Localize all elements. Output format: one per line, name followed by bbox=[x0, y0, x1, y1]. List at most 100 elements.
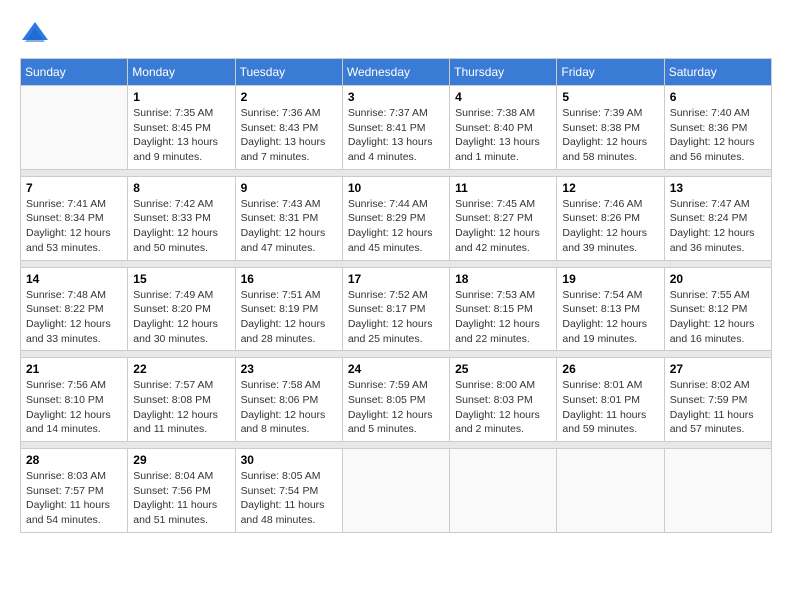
day-info: Sunrise: 7:53 AMSunset: 8:15 PMDaylight:… bbox=[455, 288, 551, 347]
day-number: 23 bbox=[241, 362, 337, 376]
calendar-cell: 14 Sunrise: 7:48 AMSunset: 8:22 PMDayligh… bbox=[21, 267, 128, 351]
day-info: Sunrise: 7:48 AMSunset: 8:22 PMDaylight:… bbox=[26, 288, 122, 347]
calendar-cell: 19 Sunrise: 7:54 AMSunset: 8:13 PMDayligh… bbox=[557, 267, 664, 351]
calendar-cell: 21 Sunrise: 7:56 AMSunset: 8:10 PMDayligh… bbox=[21, 358, 128, 442]
day-info: Sunrise: 7:42 AMSunset: 8:33 PMDaylight:… bbox=[133, 197, 229, 256]
calendar-cell: 22 Sunrise: 7:57 AMSunset: 8:08 PMDayligh… bbox=[128, 358, 235, 442]
day-number: 28 bbox=[26, 453, 122, 467]
day-info: Sunrise: 7:59 AMSunset: 8:05 PMDaylight:… bbox=[348, 378, 444, 437]
weekday-header-thursday: Thursday bbox=[450, 59, 557, 86]
day-number: 19 bbox=[562, 272, 658, 286]
day-info: Sunrise: 7:55 AMSunset: 8:12 PMDaylight:… bbox=[670, 288, 766, 347]
week-spacer bbox=[21, 442, 772, 449]
calendar-cell bbox=[21, 86, 128, 170]
calendar-cell: 2 Sunrise: 7:36 AMSunset: 8:43 PMDaylight… bbox=[235, 86, 342, 170]
day-info: Sunrise: 8:01 AMSunset: 8:01 PMDaylight:… bbox=[562, 378, 658, 437]
week-spacer bbox=[21, 169, 772, 176]
calendar-cell: 17Sunrise: 7:52 AMSunset: 8:17 PMDayligh… bbox=[342, 267, 449, 351]
calendar-cell bbox=[450, 449, 557, 533]
day-number: 15 bbox=[133, 272, 229, 286]
calendar-cell: 12 Sunrise: 7:46 AMSunset: 8:26 PMDayligh… bbox=[557, 176, 664, 260]
day-info: Sunrise: 7:47 AMSunset: 8:24 PMDaylight:… bbox=[670, 197, 766, 256]
calendar-week-4: 21 Sunrise: 7:56 AMSunset: 8:10 PMDayligh… bbox=[21, 358, 772, 442]
day-number: 26 bbox=[562, 362, 658, 376]
calendar-table: SundayMondayTuesdayWednesdayThursdayFrid… bbox=[20, 58, 772, 533]
weekday-header-monday: Monday bbox=[128, 59, 235, 86]
page-header bbox=[20, 20, 772, 48]
day-number: 9 bbox=[241, 181, 337, 195]
day-info: Sunrise: 8:05 AMSunset: 7:54 PMDaylight:… bbox=[241, 469, 337, 528]
calendar-cell: 9 Sunrise: 7:43 AMSunset: 8:31 PMDaylight… bbox=[235, 176, 342, 260]
calendar-cell: 13 Sunrise: 7:47 AMSunset: 8:24 PMDayligh… bbox=[664, 176, 771, 260]
day-number: 11 bbox=[455, 181, 551, 195]
day-number: 27 bbox=[670, 362, 766, 376]
day-info: Sunrise: 7:46 AMSunset: 8:26 PMDaylight:… bbox=[562, 197, 658, 256]
day-number: 16 bbox=[241, 272, 337, 286]
calendar-cell: 7Sunrise: 7:41 AMSunset: 8:34 PMDaylight… bbox=[21, 176, 128, 260]
day-info: Sunrise: 7:49 AMSunset: 8:20 PMDaylight:… bbox=[133, 288, 229, 347]
day-number: 13 bbox=[670, 181, 766, 195]
calendar-cell: 20 Sunrise: 7:55 AMSunset: 8:12 PMDayligh… bbox=[664, 267, 771, 351]
day-number: 10 bbox=[348, 181, 444, 195]
weekday-header-sunday: Sunday bbox=[21, 59, 128, 86]
day-number: 21 bbox=[26, 362, 122, 376]
day-info: Sunrise: 7:44 AMSunset: 8:29 PMDaylight:… bbox=[348, 197, 444, 256]
day-info: Sunrise: 8:00 AMSunset: 8:03 PMDaylight:… bbox=[455, 378, 551, 437]
day-number: 29 bbox=[133, 453, 229, 467]
day-info: Sunrise: 8:03 AMSunset: 7:57 PMDaylight:… bbox=[26, 469, 122, 528]
day-number: 30 bbox=[241, 453, 337, 467]
day-number: 5 bbox=[562, 90, 658, 104]
day-number: 22 bbox=[133, 362, 229, 376]
day-info: Sunrise: 7:36 AMSunset: 8:43 PMDaylight:… bbox=[241, 106, 337, 165]
day-number: 3 bbox=[348, 90, 444, 104]
day-info: Sunrise: 7:35 AMSunset: 8:45 PMDaylight:… bbox=[133, 106, 229, 165]
day-number: 12 bbox=[562, 181, 658, 195]
calendar-cell: 23 Sunrise: 7:58 AMSunset: 8:06 PMDayligh… bbox=[235, 358, 342, 442]
day-number: 18 bbox=[455, 272, 551, 286]
calendar-cell bbox=[342, 449, 449, 533]
day-info: Sunrise: 8:02 AMSunset: 7:59 PMDaylight:… bbox=[670, 378, 766, 437]
day-number: 2 bbox=[241, 90, 337, 104]
weekday-header-saturday: Saturday bbox=[664, 59, 771, 86]
calendar-cell: 8 Sunrise: 7:42 AMSunset: 8:33 PMDaylight… bbox=[128, 176, 235, 260]
calendar-cell: 29 Sunrise: 8:04 AMSunset: 7:56 PMDayligh… bbox=[128, 449, 235, 533]
calendar-week-1: 1 Sunrise: 7:35 AMSunset: 8:45 PMDaylight… bbox=[21, 86, 772, 170]
calendar-cell: 16 Sunrise: 7:51 AMSunset: 8:19 PMDayligh… bbox=[235, 267, 342, 351]
logo bbox=[20, 20, 54, 48]
day-number: 6 bbox=[670, 90, 766, 104]
day-info: Sunrise: 7:51 AMSunset: 8:19 PMDaylight:… bbox=[241, 288, 337, 347]
calendar-cell: 26 Sunrise: 8:01 AMSunset: 8:01 PMDayligh… bbox=[557, 358, 664, 442]
logo-icon bbox=[20, 20, 50, 48]
day-info: Sunrise: 8:04 AMSunset: 7:56 PMDaylight:… bbox=[133, 469, 229, 528]
calendar-cell bbox=[664, 449, 771, 533]
day-number: 8 bbox=[133, 181, 229, 195]
day-info: Sunrise: 7:38 AMSunset: 8:40 PMDaylight:… bbox=[455, 106, 551, 165]
calendar-cell: 24 Sunrise: 7:59 AMSunset: 8:05 PMDayligh… bbox=[342, 358, 449, 442]
calendar-cell: 5 Sunrise: 7:39 AMSunset: 8:38 PMDaylight… bbox=[557, 86, 664, 170]
day-number: 17 bbox=[348, 272, 444, 286]
day-info: Sunrise: 7:57 AMSunset: 8:08 PMDaylight:… bbox=[133, 378, 229, 437]
calendar-week-5: 28 Sunrise: 8:03 AMSunset: 7:57 PMDayligh… bbox=[21, 449, 772, 533]
day-number: 20 bbox=[670, 272, 766, 286]
day-number: 25 bbox=[455, 362, 551, 376]
calendar-cell: 27 Sunrise: 8:02 AMSunset: 7:59 PMDayligh… bbox=[664, 358, 771, 442]
day-number: 1 bbox=[133, 90, 229, 104]
day-info: Sunrise: 7:58 AMSunset: 8:06 PMDaylight:… bbox=[241, 378, 337, 437]
day-info: Sunrise: 7:37 AMSunset: 8:41 PMDaylight:… bbox=[348, 106, 444, 165]
day-number: 14 bbox=[26, 272, 122, 286]
day-info: Sunrise: 7:54 AMSunset: 8:13 PMDaylight:… bbox=[562, 288, 658, 347]
weekday-header-wednesday: Wednesday bbox=[342, 59, 449, 86]
calendar-cell bbox=[557, 449, 664, 533]
calendar-cell: 11 Sunrise: 7:45 AMSunset: 8:27 PMDayligh… bbox=[450, 176, 557, 260]
calendar-cell: 18 Sunrise: 7:53 AMSunset: 8:15 PMDayligh… bbox=[450, 267, 557, 351]
calendar-cell: 3 Sunrise: 7:37 AMSunset: 8:41 PMDaylight… bbox=[342, 86, 449, 170]
day-number: 7 bbox=[26, 181, 122, 195]
day-info: Sunrise: 7:56 AMSunset: 8:10 PMDaylight:… bbox=[26, 378, 122, 437]
calendar-cell: 10 Sunrise: 7:44 AMSunset: 8:29 PMDayligh… bbox=[342, 176, 449, 260]
day-info: Sunrise: 7:45 AMSunset: 8:27 PMDaylight:… bbox=[455, 197, 551, 256]
day-number: 24 bbox=[348, 362, 444, 376]
weekday-header-row: SundayMondayTuesdayWednesdayThursdayFrid… bbox=[21, 59, 772, 86]
calendar-cell: 25 Sunrise: 8:00 AMSunset: 8:03 PMDayligh… bbox=[450, 358, 557, 442]
day-info: Sunrise: 7:39 AMSunset: 8:38 PMDaylight:… bbox=[562, 106, 658, 165]
day-info: Sunrise: 7:43 AMSunset: 8:31 PMDaylight:… bbox=[241, 197, 337, 256]
